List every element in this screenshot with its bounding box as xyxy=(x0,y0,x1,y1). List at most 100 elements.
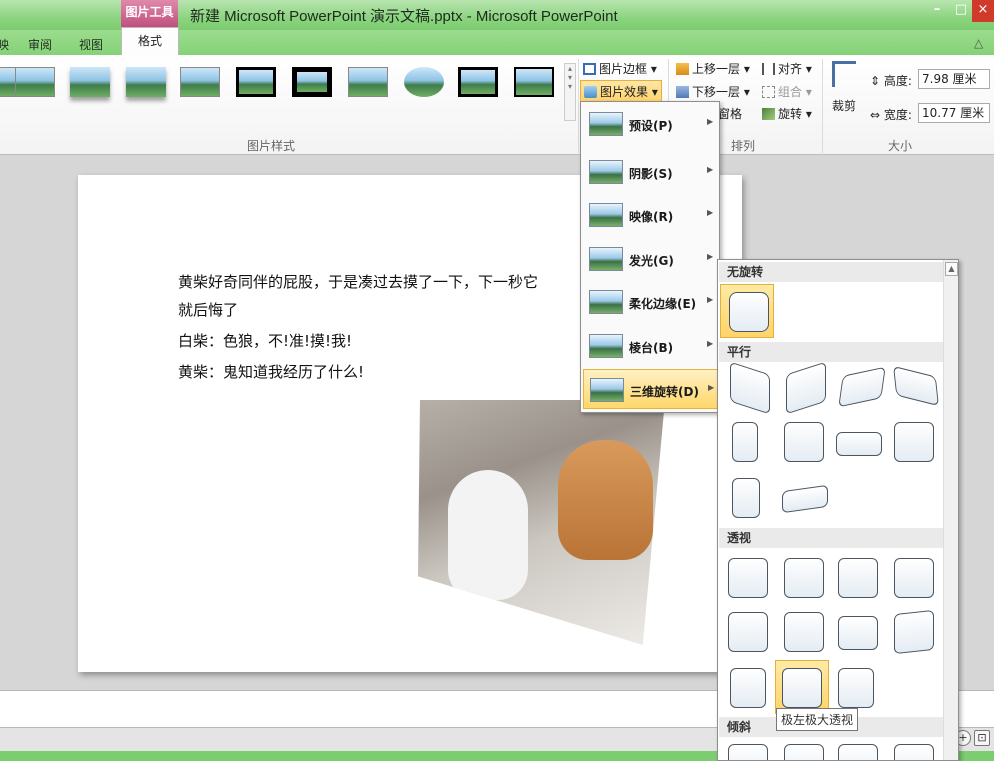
slide-text-line[interactable]: 白柴：色狼，不!准!摸!我! xyxy=(178,330,352,351)
minimize-button[interactable]: – xyxy=(924,0,950,22)
picture-effects-button[interactable]: 图片效果 ▾ xyxy=(580,80,662,103)
crop-icon[interactable] xyxy=(832,61,856,87)
tab-view[interactable]: 视图 xyxy=(79,36,103,53)
rotation-option-parallel-2[interactable] xyxy=(786,361,826,415)
submenu-arrow-icon: ▶ xyxy=(707,295,714,304)
rotation-option-perspective-5[interactable] xyxy=(728,612,768,652)
align-button[interactable]: 对齐 ▾ xyxy=(762,60,812,77)
menu-item-3d-rotation[interactable]: 三维旋转(D) ▶ xyxy=(583,369,718,409)
crop-button[interactable]: 裁剪 xyxy=(832,97,856,114)
tab-review[interactable]: 审阅 xyxy=(28,36,52,53)
ribbon: ▴ ▾ ▾ 图片样式 图片边框 ▾ 图片效果 ▾ 上移一层 ▾ 下移一层 ▾ 窗格 … xyxy=(0,55,994,155)
rotation-shape-icon xyxy=(729,292,769,332)
style-thumb-7[interactable] xyxy=(348,67,388,97)
submenu-arrow-icon: ▶ xyxy=(707,208,714,217)
selection-pane-button[interactable]: 窗格 xyxy=(718,105,742,122)
send-backward-icon xyxy=(676,86,689,98)
rotation-option-perspective-11[interactable] xyxy=(838,668,874,708)
rotation-option-oblique-4[interactable] xyxy=(894,744,934,760)
section-perspective: 透视 xyxy=(719,528,943,548)
style-thumb-2[interactable] xyxy=(70,67,110,97)
bring-forward-icon xyxy=(676,63,689,75)
gallery-scrollbar[interactable]: ▲ xyxy=(943,260,958,760)
align-icon xyxy=(762,63,775,75)
bring-forward-button[interactable]: 上移一层 ▾ xyxy=(676,60,750,77)
bevel-icon xyxy=(589,334,623,358)
style-thumb-8[interactable] xyxy=(404,67,444,97)
rotation-option-perspective-4[interactable] xyxy=(894,558,934,598)
rotation-option-parallel-7[interactable] xyxy=(836,432,882,456)
rotation-option-perspective-3[interactable] xyxy=(838,558,878,598)
rotation-option-perspective-1[interactable] xyxy=(728,558,768,598)
rotate-icon xyxy=(762,108,775,120)
rotation-option-parallel-10[interactable] xyxy=(782,484,828,514)
rotation-option-perspective-2[interactable] xyxy=(784,558,824,598)
slide-text-line[interactable]: 黄柴好奇同伴的屁股，于是凑过去摸了一下，下一秒它 xyxy=(178,271,538,292)
style-thumb-4[interactable] xyxy=(180,67,220,97)
style-thumb-3[interactable] xyxy=(126,67,166,97)
style-thumb-5[interactable] xyxy=(236,67,276,97)
rotation-option-parallel-5[interactable] xyxy=(732,422,758,462)
rotation-option-oblique-1[interactable] xyxy=(728,744,768,760)
menu-item-glow[interactable]: 发光(G) ▶ xyxy=(583,239,718,279)
tab-partial-left[interactable]: 映 xyxy=(0,36,9,53)
menu-item-reflection[interactable]: 映像(R) ▶ xyxy=(583,195,718,235)
rotation-option-oblique-3[interactable] xyxy=(838,744,878,760)
width-icon: ⇔ xyxy=(870,108,881,122)
scroll-up-icon[interactable]: ▲ xyxy=(945,262,958,276)
3d-rotation-gallery: 无旋转 平行 透视 倾斜 ▲ xyxy=(717,259,959,761)
picture-border-icon xyxy=(583,63,596,75)
style-thumb-6[interactable] xyxy=(292,67,332,97)
group-button[interactable]: 组合 ▾ xyxy=(762,83,812,100)
picture-tools-context-tab: 图片工具 xyxy=(121,0,178,27)
menu-item-shadow[interactable]: 阴影(S) ▶ xyxy=(583,152,718,192)
style-thumb-10[interactable] xyxy=(514,67,554,97)
rotation-option-perspective-7[interactable] xyxy=(838,616,878,650)
fit-slide-icon[interactable]: ⊡ xyxy=(974,730,990,746)
rotation-option-parallel-9[interactable] xyxy=(732,478,760,518)
rotation-option-parallel-8[interactable] xyxy=(894,422,934,462)
submenu-arrow-icon: ▶ xyxy=(707,117,714,126)
title-bar: 图片工具 新建 Microsoft PowerPoint 演示文稿.pptx -… xyxy=(0,0,994,30)
menu-item-preset[interactable]: 预设(P) ▶ xyxy=(583,104,718,144)
submenu-arrow-icon: ▶ xyxy=(708,383,715,392)
height-input[interactable]: 7.98 厘米 xyxy=(918,69,990,89)
rotation-option-perspective-8[interactable] xyxy=(894,609,934,655)
rotation-option-perspective-6[interactable] xyxy=(784,612,824,652)
rotation-option-oblique-2[interactable] xyxy=(784,744,824,760)
rotation-option-perspective-9[interactable] xyxy=(730,668,766,708)
maximize-button[interactable]: □ xyxy=(950,0,972,22)
tab-format[interactable]: 格式 xyxy=(121,27,179,55)
group-icon xyxy=(762,86,775,98)
minimize-ribbon-icon[interactable]: △ xyxy=(974,36,983,50)
width-input[interactable]: 10.77 厘米 xyxy=(918,103,990,123)
reflection-icon xyxy=(589,203,623,227)
gallery-scroll[interactable]: ▴ ▾ ▾ xyxy=(564,63,576,121)
menu-item-soft-edges[interactable]: 柔化边缘(E) ▶ xyxy=(583,282,718,322)
close-button[interactable]: × xyxy=(972,0,994,22)
group-label-size: 大小 xyxy=(888,139,913,153)
glow-icon xyxy=(589,247,623,271)
picture-effects-menu: 预设(P) ▶ 阴影(S) ▶ 映像(R) ▶ 发光(G) ▶ 柔化边缘(E) … xyxy=(580,101,720,413)
send-backward-button[interactable]: 下移一层 ▾ xyxy=(676,83,750,100)
picture-border-button[interactable]: 图片边框 ▾ xyxy=(583,60,657,77)
style-thumb-1[interactable] xyxy=(15,67,55,97)
rotation-option-parallel-4[interactable] xyxy=(893,365,939,407)
picture-white-dog xyxy=(448,470,528,600)
rotation-option-parallel-6[interactable] xyxy=(784,422,824,462)
section-parallel: 平行 xyxy=(719,342,943,362)
separator xyxy=(578,59,579,153)
menu-item-bevel[interactable]: 棱台(B) ▶ xyxy=(583,326,718,366)
slide-text-line[interactable]: 就后悔了 xyxy=(178,299,238,320)
rotation-option-parallel-3[interactable] xyxy=(838,366,886,408)
submenu-arrow-icon: ▶ xyxy=(707,165,714,174)
rotation-option-parallel-1[interactable] xyxy=(730,361,770,415)
picture-effects-icon xyxy=(584,86,597,98)
soft-edges-icon xyxy=(589,290,623,314)
slide-text-line[interactable]: 黄柴：鬼知道我经历了什么! xyxy=(178,361,364,382)
height-label: ⇕ 高度: xyxy=(870,74,912,88)
rotation-shape-icon xyxy=(782,668,822,708)
style-thumb-9[interactable] xyxy=(458,67,498,97)
height-icon: ⇕ xyxy=(870,74,881,88)
rotate-button[interactable]: 旋转 ▾ xyxy=(762,105,812,122)
